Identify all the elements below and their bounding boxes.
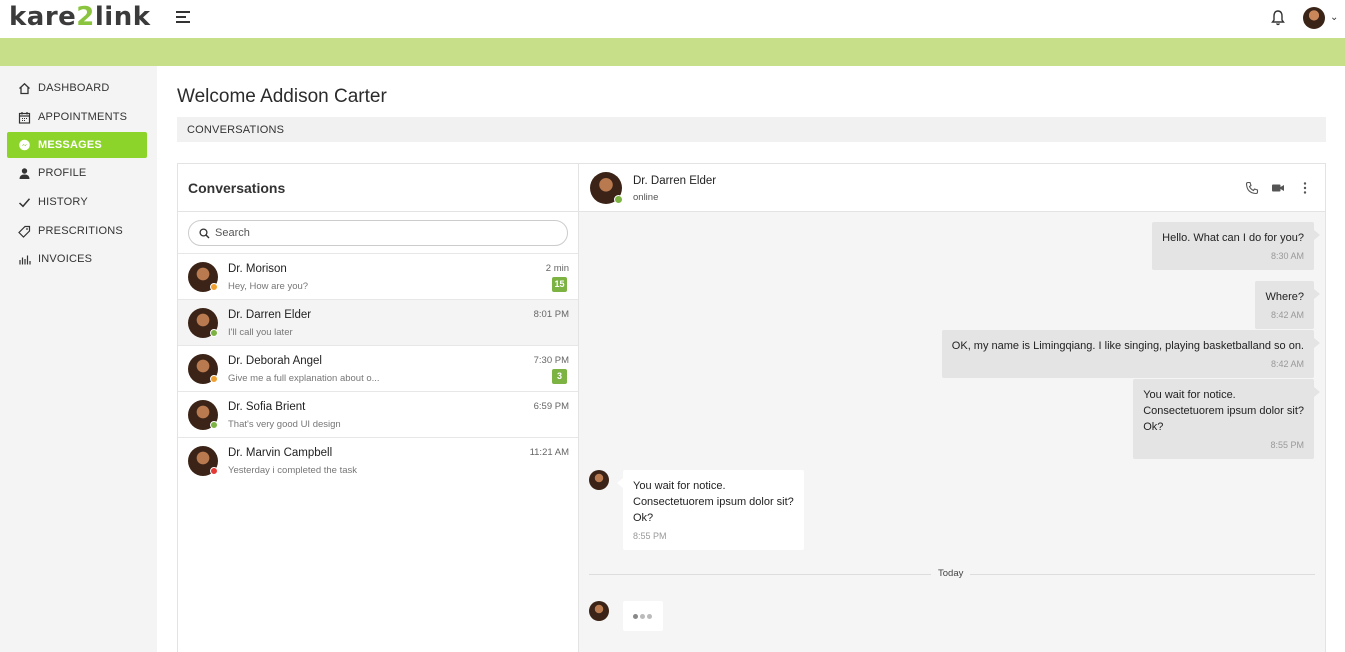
user-icon <box>17 166 31 180</box>
status-dot <box>210 329 218 337</box>
accent-band <box>0 38 1345 66</box>
sidebar-item-label: PRESCRITIONS <box>38 225 123 237</box>
unread-badge: 3 <box>552 369 567 384</box>
typing-indicator <box>623 601 663 631</box>
conversations-title: Conversations <box>178 164 578 212</box>
conversation-item[interactable]: Dr. Marvin Campbell Yesterday i complete… <box>178 437 578 483</box>
message-time: 7:30 PM <box>533 355 569 366</box>
more-vertical-icon[interactable] <box>1298 181 1312 195</box>
search-input[interactable]: Search <box>188 220 568 246</box>
avatar <box>589 601 609 621</box>
message-text: Consectetuorem ipsum dolor sit? <box>1143 405 1304 417</box>
bar-chart-icon <box>17 252 31 266</box>
conversation-item[interactable]: Dr. Sofia Brient That's very good UI des… <box>178 391 578 437</box>
status-dot <box>210 421 218 429</box>
check-icon <box>17 195 31 209</box>
message-time: 8:42 AM <box>1270 359 1304 369</box>
message-time: 8:55 PM <box>1270 440 1304 450</box>
contact-name: Dr. Sofia Brient <box>228 401 306 413</box>
sidebar-item-label: HISTORY <box>38 196 88 208</box>
menu-toggle-icon[interactable] <box>176 11 192 27</box>
message-bubble-out: Hello. What can I do for you? 8:30 AM <box>1152 222 1320 270</box>
video-icon[interactable] <box>1271 181 1285 195</box>
sidebar-item-profile[interactable]: PROFILE <box>7 160 147 186</box>
message-time: 8:42 AM <box>1270 310 1304 320</box>
message-text: Hello. What can I do for you? <box>1162 232 1304 244</box>
phone-icon[interactable] <box>1245 181 1259 195</box>
home-icon <box>17 81 31 95</box>
sidebar-item-dashboard[interactable]: DASHBOARD <box>7 75 147 101</box>
search-placeholder: Search <box>215 227 250 239</box>
sidebar-item-label: MESSAGES <box>38 139 102 151</box>
message-bubble-out: Where? 8:42 AM <box>1255 281 1320 329</box>
bell-icon[interactable] <box>1270 9 1286 27</box>
chat-contact-name: Dr. Darren Elder <box>633 175 717 187</box>
conversation-item[interactable]: Dr. Deborah Angel Give me a full explana… <box>178 345 578 391</box>
page-title: Welcome Addison Carter <box>177 86 387 107</box>
search-icon <box>199 227 210 238</box>
unread-badge: 15 <box>552 277 567 292</box>
conversations-panel: Conversations Search Dr. Morison Hey, Ho… <box>177 163 579 652</box>
message-preview: Give me a full explanation about o... <box>228 373 380 384</box>
chevron-down-icon[interactable]: ⌄ <box>1330 12 1338 23</box>
contact-name: Dr. Darren Elder <box>228 309 312 321</box>
brand-logo[interactable]: kare2link <box>9 2 151 32</box>
top-bar: kare2link ⌄ <box>0 0 1345 38</box>
contact-name: Dr. Marvin Campbell <box>228 447 333 459</box>
main-content: Welcome Addison Carter CONVERSATIONS Con… <box>157 66 1345 652</box>
conversation-item[interactable]: Dr. Darren Elder I'll call you later 8:0… <box>178 299 578 345</box>
contact-name: Dr. Deborah Angel <box>228 355 322 367</box>
message-time: 11:21 AM <box>529 447 569 458</box>
conversation-list: Dr. Morison Hey, How are you? 2 min 15 D… <box>178 253 578 483</box>
contact-name: Dr. Morison <box>228 263 287 275</box>
avatar <box>589 470 609 490</box>
message-text: Ok? <box>1143 421 1164 433</box>
message-time: 8:01 PM <box>533 309 569 320</box>
message-preview: Yesterday i completed the task <box>228 465 358 476</box>
messenger-icon <box>17 138 31 152</box>
date-divider-label: Today <box>931 568 971 579</box>
message-text: Ok? <box>633 512 654 524</box>
message-preview: Hey, How are you? <box>228 281 309 292</box>
message-text: Where? <box>1265 291 1304 303</box>
sidebar-item-label: INVOICES <box>38 253 93 265</box>
message-text: OK, my name is Limingqiang. I like singi… <box>951 340 1304 352</box>
sidebar-item-history[interactable]: HISTORY <box>7 189 147 215</box>
status-dot <box>210 283 218 291</box>
sidebar-item-label: APPOINTMENTS <box>38 111 128 123</box>
message-text: You wait for notice. <box>1143 389 1236 401</box>
breadcrumb: CONVERSATIONS <box>177 117 1326 142</box>
sidebar-item-label: DASHBOARD <box>38 82 110 94</box>
chat-panel: Dr. Darren Elder online Hello. What can … <box>578 163 1326 652</box>
calendar-icon <box>17 110 31 124</box>
message-time: 2 min <box>545 263 569 274</box>
message-time: 8:30 AM <box>1270 251 1304 261</box>
sidebar-item-invoices[interactable]: INVOICES <box>7 246 147 272</box>
sidebar-item-prescriptions[interactable]: PRESCRITIONS <box>7 218 147 244</box>
status-dot <box>210 467 218 475</box>
sidebar-item-label: PROFILE <box>38 167 87 179</box>
message-time: 8:55 PM <box>633 531 667 541</box>
sidebar-item-appointments[interactable]: APPOINTMENTS <box>7 104 147 130</box>
message-bubble-out: You wait for notice. Consectetuorem ipsu… <box>1133 379 1320 459</box>
sidebar: DASHBOARD APPOINTMENTS MESSAGES PROFILE … <box>0 66 157 652</box>
message-text: Consectetuorem ipsum dolor sit? <box>633 496 794 508</box>
message-time: 6:59 PM <box>533 401 569 412</box>
sidebar-item-messages[interactable]: MESSAGES <box>7 132 147 158</box>
user-avatar[interactable] <box>1303 7 1325 29</box>
chat-header: Dr. Darren Elder online <box>579 164 1325 212</box>
message-bubble-in: You wait for notice. Consectetuorem ipsu… <box>617 470 804 550</box>
status-dot <box>210 375 218 383</box>
message-text: You wait for notice. <box>633 480 726 492</box>
message-preview: That's very good UI design <box>228 419 341 430</box>
message-preview: I'll call you later <box>228 327 293 338</box>
chat-contact-status: online <box>633 192 659 203</box>
tag-icon <box>17 224 31 238</box>
message-bubble-out: OK, my name is Limingqiang. I like singi… <box>941 330 1321 378</box>
status-dot <box>614 195 623 204</box>
conversation-item[interactable]: Dr. Morison Hey, How are you? 2 min 15 <box>178 253 578 299</box>
